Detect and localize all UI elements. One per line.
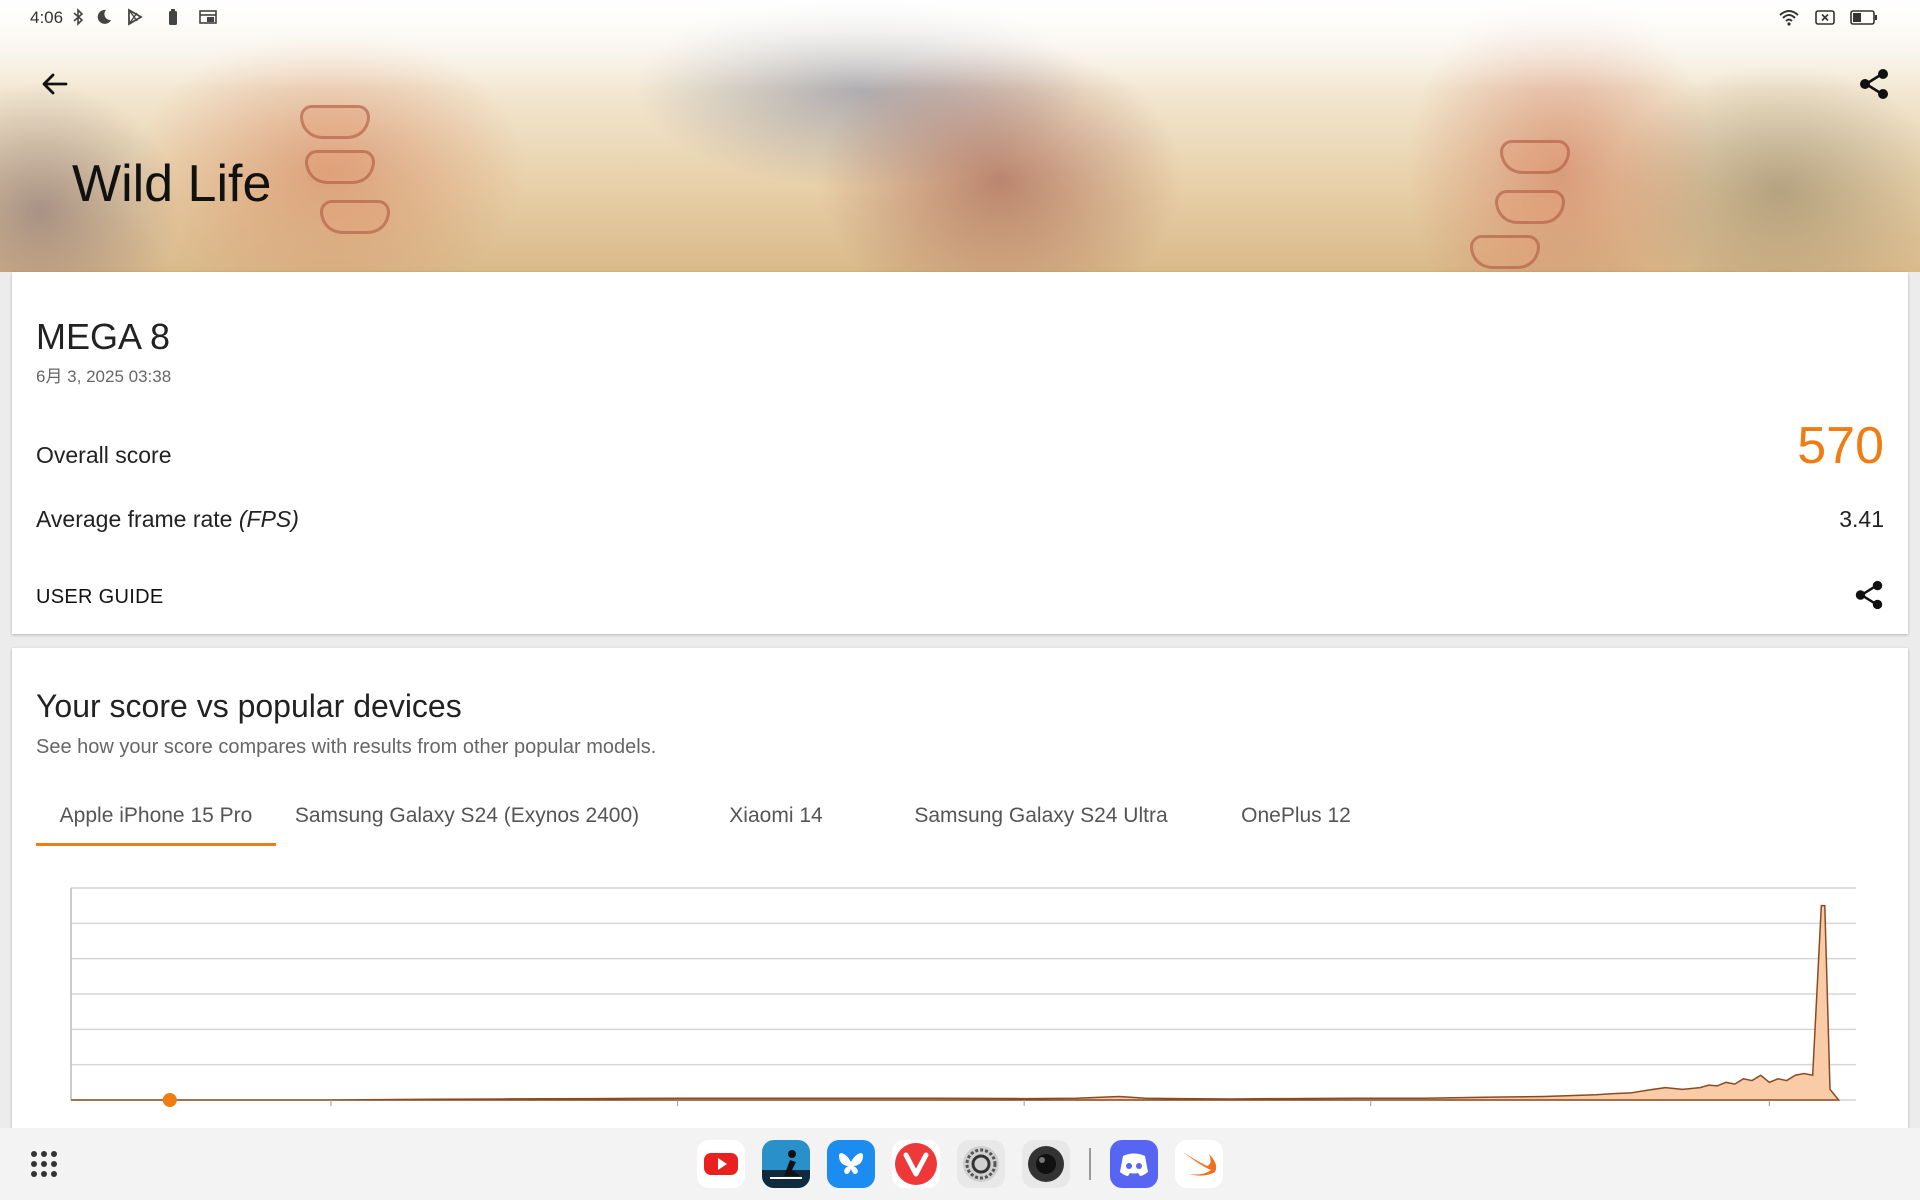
- status-time: 4:06: [30, 8, 64, 27]
- bluesky-app[interactable]: [827, 1140, 875, 1188]
- share-result-button[interactable]: [1852, 578, 1886, 612]
- hero-art-shape: [1500, 140, 1570, 174]
- device-tabs: Apple iPhone 15 Pro Samsung Galaxy S24 (…: [36, 790, 1436, 846]
- youtube-app[interactable]: [697, 1140, 745, 1188]
- hero-art-shape: [305, 150, 375, 184]
- your-score-marker: [162, 1093, 177, 1107]
- test-date: 6月 3, 2025 03:38: [36, 367, 172, 386]
- comparison-card: Your score vs popular devices See how yo…: [12, 648, 1908, 1128]
- dock-divider: [1089, 1148, 1091, 1180]
- back-button[interactable]: [36, 66, 72, 102]
- vivaldi-app-icon: [892, 1140, 940, 1188]
- fps-label-text: Average frame rate: [36, 506, 239, 532]
- comparison-title: Your score vs popular devices: [36, 688, 462, 724]
- share-icon: [1855, 580, 1883, 610]
- tab-oneplus-12[interactable]: OnePlus 12: [1216, 790, 1376, 846]
- kindle-app[interactable]: [762, 1140, 810, 1188]
- no-sim-icon: [1815, 7, 1835, 27]
- fps-label-unit: (FPS): [238, 506, 299, 532]
- arrow-back-icon: [42, 73, 68, 95]
- battery-saver-icon: [163, 7, 183, 27]
- hero-art-shape: [1470, 235, 1540, 269]
- vivaldi-app[interactable]: [892, 1140, 940, 1188]
- discord-app[interactable]: [1110, 1140, 1158, 1188]
- wifi-icon: [1779, 7, 1799, 27]
- device-name: MEGA 8: [36, 316, 171, 357]
- status-bar: 4:06: [0, 0, 1920, 36]
- user-guide-link[interactable]: USER GUIDE: [36, 586, 163, 609]
- score-distribution-chart: [36, 860, 1876, 1128]
- app-drawer-button[interactable]: [28, 1148, 60, 1180]
- page-title: Wild Life: [72, 155, 272, 213]
- tab-samsung-galaxy-s24-exynos[interactable]: Samsung Galaxy S24 (Exynos 2400): [292, 790, 642, 846]
- camera-app[interactable]: [1022, 1140, 1070, 1188]
- youtube-app-icon: [697, 1140, 745, 1188]
- battery-icon: [1850, 7, 1878, 27]
- swift-app-icon: [1175, 1140, 1223, 1188]
- hero-art-shape: [300, 105, 370, 139]
- tab-apple-iphone-15-pro[interactable]: Apple iPhone 15 Pro: [36, 790, 276, 846]
- overall-score-label: Overall score: [36, 442, 172, 468]
- do-not-disturb-moon-icon: [94, 7, 114, 27]
- kindle-app-icon: [762, 1140, 810, 1188]
- share-button[interactable]: [1856, 66, 1892, 102]
- tab-samsung-galaxy-s24-ultra[interactable]: Samsung Galaxy S24 Ultra: [896, 790, 1186, 846]
- taskbar-dock: [0, 1128, 1920, 1200]
- fps-value: 3.41: [1839, 506, 1884, 532]
- hero-banner: [0, 0, 1920, 272]
- tab-xiaomi-14[interactable]: Xiaomi 14: [696, 790, 856, 846]
- bluesky-app-icon: [827, 1140, 875, 1188]
- discord-app-icon: [1110, 1140, 1158, 1188]
- swift-app[interactable]: [1175, 1140, 1223, 1188]
- chart-svg: [70, 887, 1856, 1107]
- play-store-icon: [125, 7, 145, 27]
- share-icon: [1860, 69, 1888, 99]
- hero-art-shape: [320, 200, 390, 234]
- comparison-subtitle: See how your score compares with results…: [36, 736, 657, 758]
- app-grid-icon: [31, 1151, 57, 1177]
- camera-app-icon: [1022, 1140, 1070, 1188]
- result-card: MEGA 8 6月 3, 2025 03:38 Overall score 57…: [12, 272, 1908, 634]
- overall-score-value: 570: [1797, 417, 1884, 475]
- bluetooth-icon: [68, 7, 88, 27]
- window-icon: [198, 7, 218, 27]
- hero-art-shape: [1495, 190, 1565, 224]
- settings-app-icon: [957, 1140, 1005, 1188]
- fps-label: Average frame rate (FPS): [36, 506, 299, 533]
- settings-app[interactable]: [957, 1140, 1005, 1188]
